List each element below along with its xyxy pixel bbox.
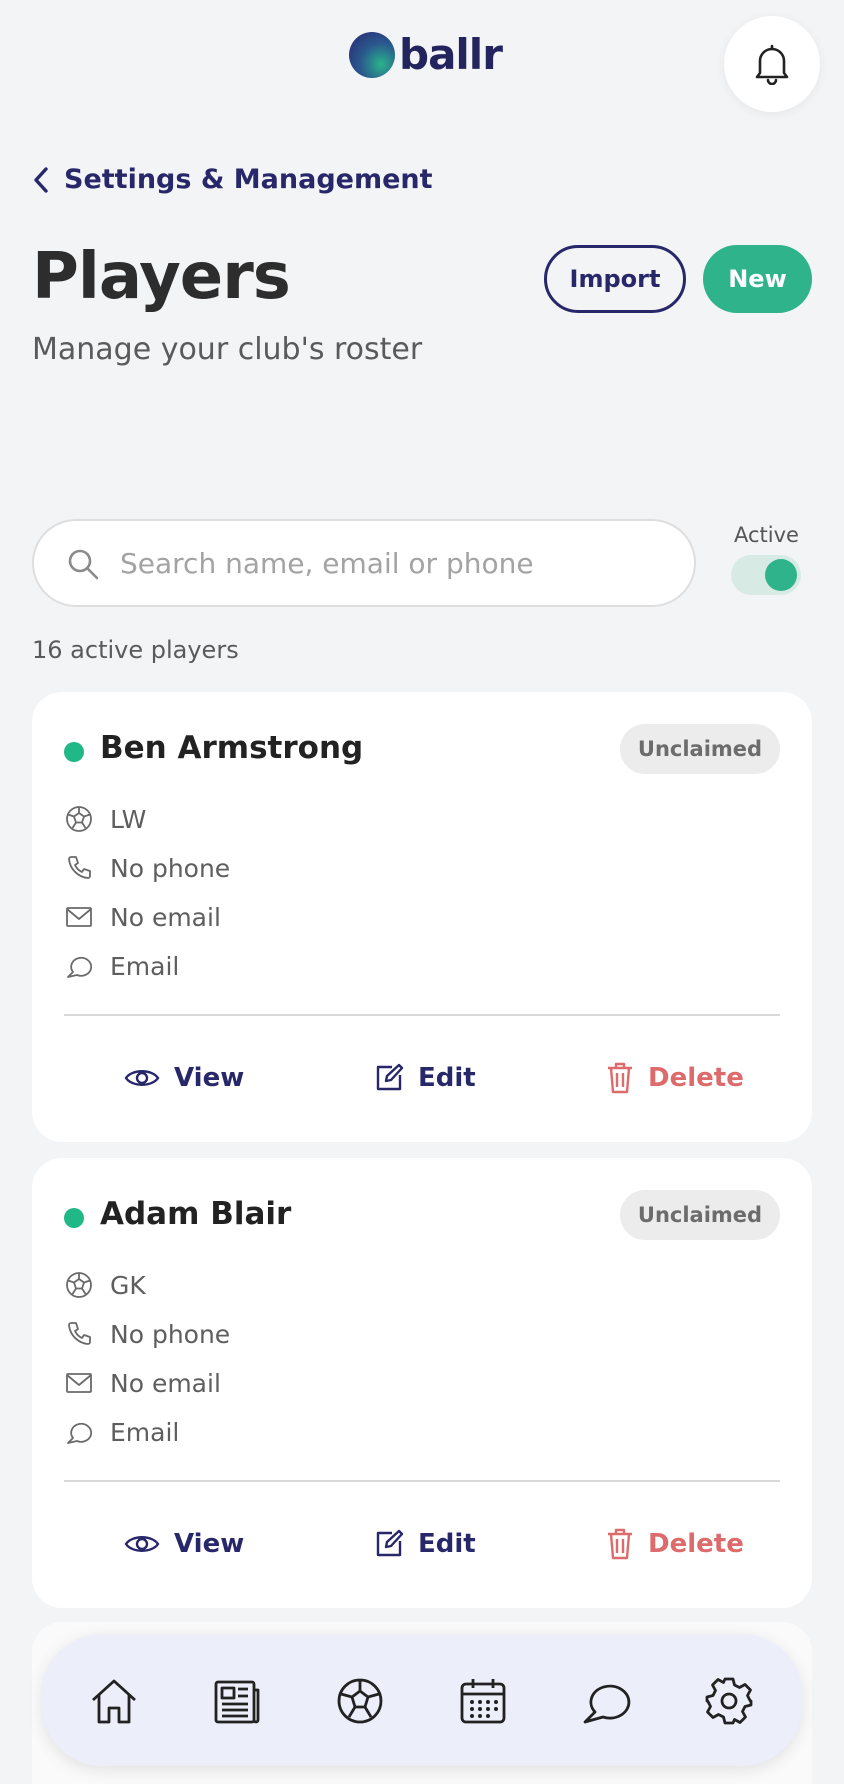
position-row: LW (64, 799, 146, 839)
player-card: Adam Blair Unclaimed GK No phone No emai… (32, 1158, 812, 1608)
player-position: LW (110, 804, 147, 834)
eye-icon (124, 1536, 160, 1552)
phone-icon (64, 853, 94, 883)
nav-item-home[interactable] (87, 1674, 141, 1728)
bottom-nav (42, 1634, 802, 1766)
status-badge: Unclaimed (620, 1190, 780, 1240)
bell-icon (755, 44, 789, 85)
edit-icon (376, 1063, 404, 1091)
status-badge: Unclaimed (620, 724, 780, 774)
player-email: No email (110, 902, 221, 932)
top-bar: ballr (0, 0, 844, 120)
player-position: GK (110, 1270, 146, 1300)
contact-pref-row: Email (64, 1412, 179, 1452)
phone-row: No phone (64, 1314, 230, 1354)
football-icon (64, 804, 94, 834)
player-name: Adam Blair (100, 1196, 292, 1232)
position-row: GK (64, 1265, 146, 1305)
view-button[interactable]: View (124, 1524, 244, 1564)
email-row: No email (64, 1363, 221, 1403)
search-icon (68, 549, 99, 580)
delete-button[interactable]: Delete (606, 1524, 744, 1564)
search-input[interactable]: Search name, email or phone (32, 519, 696, 607)
contact-pref-row: Email (64, 946, 179, 986)
edit-label: Edit (418, 1529, 476, 1559)
notifications-button[interactable] (724, 16, 820, 112)
nav-item-calendar[interactable] (456, 1674, 510, 1728)
player-contact-pref: Email (110, 1417, 180, 1447)
back-link[interactable]: Settings & Management (32, 164, 433, 195)
nav-item-settings[interactable] (702, 1674, 756, 1728)
brand-name: ballr (399, 30, 503, 79)
player-phone: No phone (110, 1319, 231, 1349)
toggle-knob (765, 559, 797, 591)
search-placeholder: Search name, email or phone (120, 547, 534, 580)
gear-icon (705, 1677, 753, 1725)
active-status-dot (64, 1208, 84, 1228)
home-icon (92, 1679, 136, 1724)
edit-label: Edit (418, 1063, 476, 1093)
eye-icon (124, 1070, 160, 1086)
view-label: View (174, 1529, 245, 1559)
logo-mark-icon (349, 31, 395, 78)
delete-label: Delete (648, 1063, 744, 1093)
player-phone: No phone (110, 853, 231, 883)
phone-row: No phone (64, 848, 230, 888)
card-divider (64, 1480, 780, 1482)
nav-item-chat[interactable] (579, 1674, 633, 1728)
phone-icon (64, 1319, 94, 1349)
mail-icon (64, 902, 94, 932)
view-label: View (174, 1063, 245, 1093)
mail-icon (64, 1368, 94, 1398)
brand-logo[interactable]: ballr (349, 30, 503, 79)
news-icon (214, 1680, 260, 1724)
trash-icon (608, 1062, 632, 1094)
nav-item-matches[interactable] (333, 1674, 387, 1728)
import-button[interactable]: Import (544, 245, 686, 313)
edit-icon (376, 1529, 404, 1557)
email-row: No email (64, 897, 221, 937)
player-email: No email (110, 1368, 221, 1398)
new-player-button[interactable]: New (703, 245, 812, 313)
active-status-dot (64, 742, 84, 762)
delete-button[interactable]: Delete (606, 1058, 744, 1098)
delete-label: Delete (648, 1529, 744, 1559)
active-toggle[interactable] (731, 555, 801, 595)
page-subtitle: Manage your club's roster (32, 332, 423, 367)
page-title: Players (32, 240, 291, 314)
edit-button[interactable]: Edit (374, 1058, 476, 1098)
player-card: Ben Armstrong Unclaimed LW No phone No e… (32, 692, 812, 1142)
player-count: 16 active players (32, 636, 239, 664)
trash-icon (608, 1528, 632, 1560)
football-icon (337, 1678, 383, 1724)
chat-bubble-icon (64, 951, 94, 981)
view-button[interactable]: View (124, 1058, 244, 1098)
football-icon (64, 1270, 94, 1300)
card-divider (64, 1014, 780, 1016)
nav-item-news[interactable] (210, 1674, 264, 1728)
edit-button[interactable]: Edit (374, 1524, 476, 1564)
chat-bubble-icon (64, 1417, 94, 1447)
chat-icon (583, 1684, 631, 1724)
active-filter-label: Active (734, 523, 799, 547)
player-contact-pref: Email (110, 951, 180, 981)
player-name: Ben Armstrong (100, 730, 364, 766)
back-link-label: Settings & Management (64, 164, 433, 195)
chevron-left-icon (34, 166, 48, 193)
calendar-icon (460, 1679, 506, 1724)
